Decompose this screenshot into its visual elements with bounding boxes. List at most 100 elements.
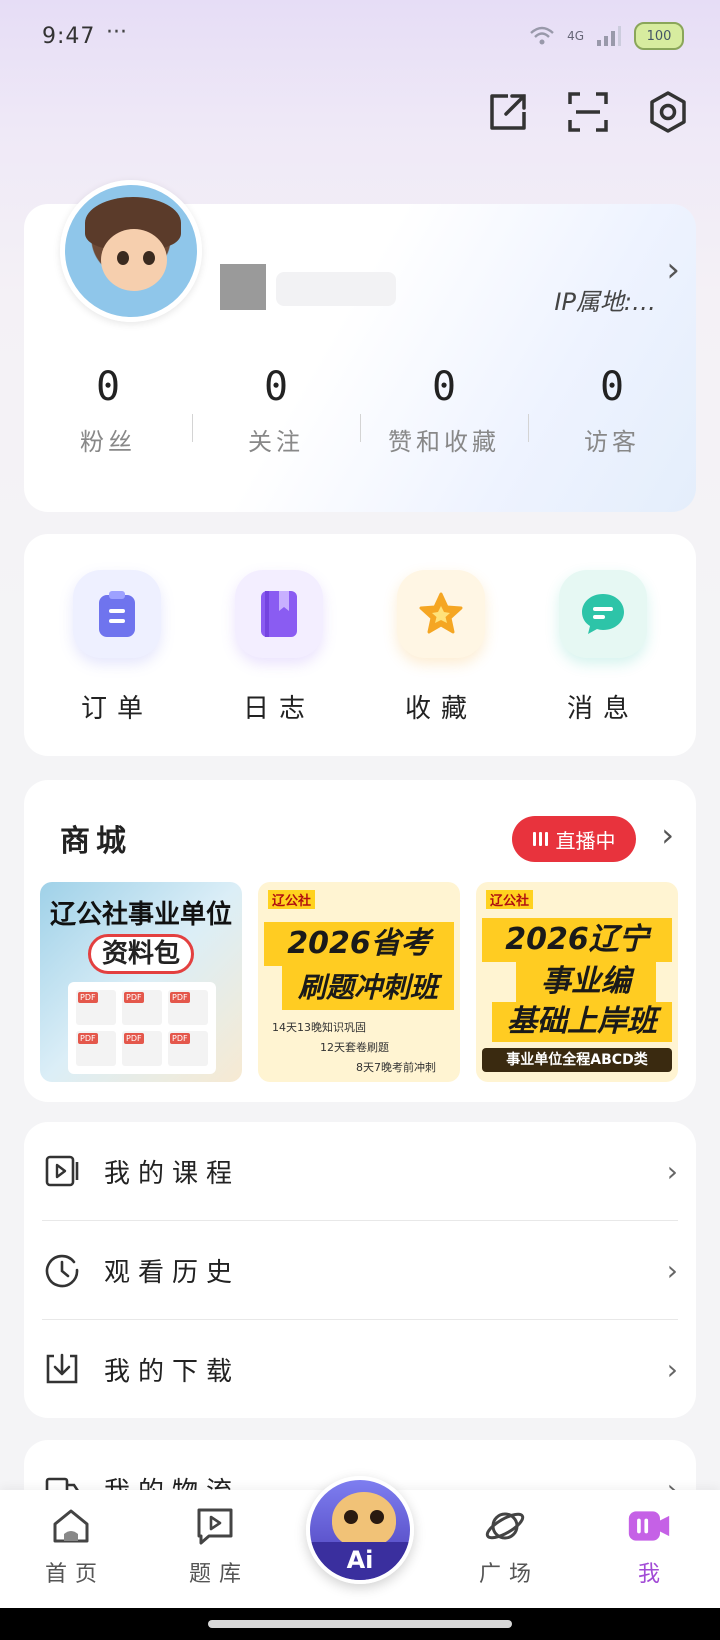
stat-visitors[interactable]: 0 访客: [528, 364, 696, 457]
mall-chevron-icon[interactable]: ›: [661, 816, 674, 854]
question-bank-icon: [193, 1504, 237, 1548]
product-title: 辽公社事业单位: [49, 900, 232, 930]
stat-value: 0: [431, 364, 457, 410]
stat-following[interactable]: 0 关注: [192, 364, 360, 457]
chevron-right-icon: ›: [666, 1253, 678, 1287]
home-indicator[interactable]: [208, 1620, 512, 1628]
stat-likes-favorites[interactable]: 0 赞和收藏: [360, 364, 528, 457]
network-type: 4G: [567, 29, 584, 43]
profile-icon: [627, 1504, 671, 1548]
avatar[interactable]: [60, 180, 202, 322]
profile-chevron-icon[interactable]: ›: [666, 250, 680, 290]
username-blurred: [276, 272, 396, 306]
pdf-icon: [168, 1031, 208, 1066]
scan-icon[interactable]: [564, 88, 612, 136]
quick-action-log[interactable]: 日志: [209, 570, 349, 725]
product-title: 刷题冲刺班: [282, 966, 454, 1010]
stat-value: 0: [599, 364, 625, 410]
product-title: 2026辽宁: [482, 918, 672, 962]
download-icon: [46, 1353, 78, 1384]
battery-level: 100: [646, 28, 672, 44]
nav-me[interactable]: 我: [604, 1504, 694, 1588]
top-actions: [484, 88, 692, 136]
brand-logo: 辽公社: [268, 890, 316, 909]
menu-item-my-downloads[interactable]: 我的下载 ›: [24, 1320, 696, 1418]
menu-label: 我的课程: [104, 1158, 241, 1189]
live-badge[interactable]: 直播中: [512, 816, 636, 862]
product-detail: 14天13晚知识巩固: [272, 1021, 366, 1034]
share-icon[interactable]: [484, 88, 532, 136]
quick-action-label: 消息: [566, 694, 639, 724]
menu-item-watch-history[interactable]: 观看历史 ›: [24, 1221, 696, 1319]
clock-icon: [45, 1254, 79, 1288]
ip-location: IP属地:…: [554, 288, 656, 316]
nav-label: 广场: [478, 1562, 539, 1587]
chevron-right-icon: ›: [666, 1154, 678, 1188]
nav-label: 题库: [188, 1562, 249, 1587]
menu-label: 观看历史: [104, 1257, 241, 1288]
brand-logo: 辽公社: [486, 890, 534, 909]
chat-icon: [559, 570, 647, 658]
mall-card: 商城 直播中 › 辽公社事业单位 资料包 辽公社 2026省考 刷题冲刺班 14…: [24, 780, 696, 1102]
nav-plaza[interactable]: 广场: [460, 1504, 550, 1588]
product-card[interactable]: 辽公社 2026辽宁 事业编 基础上岸班 事业单位全程ABCD类: [476, 882, 678, 1082]
quick-action-messages[interactable]: 消息: [533, 570, 673, 725]
mall-title: 商城: [60, 824, 132, 859]
quick-actions-card: 订单 日志 收藏 消息: [24, 534, 696, 756]
status-time: 9:47: [42, 24, 96, 49]
ai-assistant-button[interactable]: Ai: [306, 1476, 414, 1584]
signal-icon: [597, 26, 621, 46]
nav-question-bank[interactable]: 题库: [170, 1504, 260, 1588]
pdf-icon: [76, 1031, 116, 1066]
wifi-icon: [530, 26, 554, 45]
product-list: 辽公社事业单位 资料包 辽公社 2026省考 刷题冲刺班 14天13晚知识巩固 …: [40, 882, 678, 1082]
status-indicators: 4G 100: [529, 22, 684, 50]
product-title: 事业编: [516, 962, 656, 1002]
product-detail: 8天7晚考前冲刺: [356, 1061, 436, 1074]
pdf-grid: [68, 982, 216, 1074]
quick-action-label: 订单: [80, 694, 153, 724]
live-label: 直播中: [555, 828, 616, 853]
settings-icon[interactable]: [644, 88, 692, 136]
status-more-icon: ···: [106, 20, 127, 45]
quick-action-label: 收藏: [404, 694, 477, 724]
product-card[interactable]: 辽公社 2026省考 刷题冲刺班 14天13晚知识巩固 12天套卷刷题 8天7晚…: [258, 882, 460, 1082]
status-bar: 9:47 ··· 4G 100: [0, 0, 720, 76]
profile-stats: 0 粉丝 0 关注 0 赞和收藏 0 访客: [24, 364, 696, 457]
product-title: 2026省考: [264, 922, 454, 966]
stat-label: 粉丝: [80, 428, 136, 456]
star-icon: [397, 570, 485, 658]
menu-card: 我的课程 › 观看历史 › 我的下载 ›: [24, 1122, 696, 1418]
pdf-icon: [122, 1031, 162, 1066]
pdf-icon: [168, 990, 208, 1025]
ai-label: Ai: [310, 1542, 410, 1580]
quick-action-favorites[interactable]: 收藏: [371, 570, 511, 725]
product-detail: 12天套卷刷题: [320, 1041, 389, 1054]
stat-label: 访客: [584, 428, 640, 456]
nav-label: 首页: [44, 1562, 105, 1587]
quick-action-orders[interactable]: 订单: [47, 570, 187, 725]
product-footer: 事业单位全程ABCD类: [482, 1048, 672, 1072]
stat-fans[interactable]: 0 粉丝: [24, 364, 192, 457]
home-icon: [49, 1504, 93, 1548]
quick-action-label: 日志: [242, 694, 315, 724]
menu-item-my-courses[interactable]: 我的课程 ›: [24, 1122, 696, 1220]
play-square-icon: [45, 1155, 79, 1187]
live-bars-icon: [532, 832, 548, 846]
planet-icon: [483, 1504, 527, 1548]
nav-home[interactable]: 首页: [26, 1504, 116, 1588]
nav-label: 我: [637, 1562, 668, 1587]
product-card[interactable]: 辽公社事业单位 资料包: [40, 882, 242, 1082]
product-title: 基础上岸班: [492, 1002, 672, 1042]
battery-icon: 100: [634, 22, 684, 50]
stat-label: 关注: [248, 428, 304, 456]
menu-label: 我的下载: [104, 1356, 241, 1387]
username-redacted: [220, 264, 266, 310]
stat-value: 0: [95, 364, 121, 410]
pdf-icon: [76, 990, 116, 1025]
clipboard-icon: [73, 570, 161, 658]
book-icon: [235, 570, 323, 658]
product-subtitle: 资料包: [88, 934, 194, 974]
stat-label: 赞和收藏: [388, 428, 500, 456]
chevron-right-icon: ›: [666, 1352, 678, 1386]
